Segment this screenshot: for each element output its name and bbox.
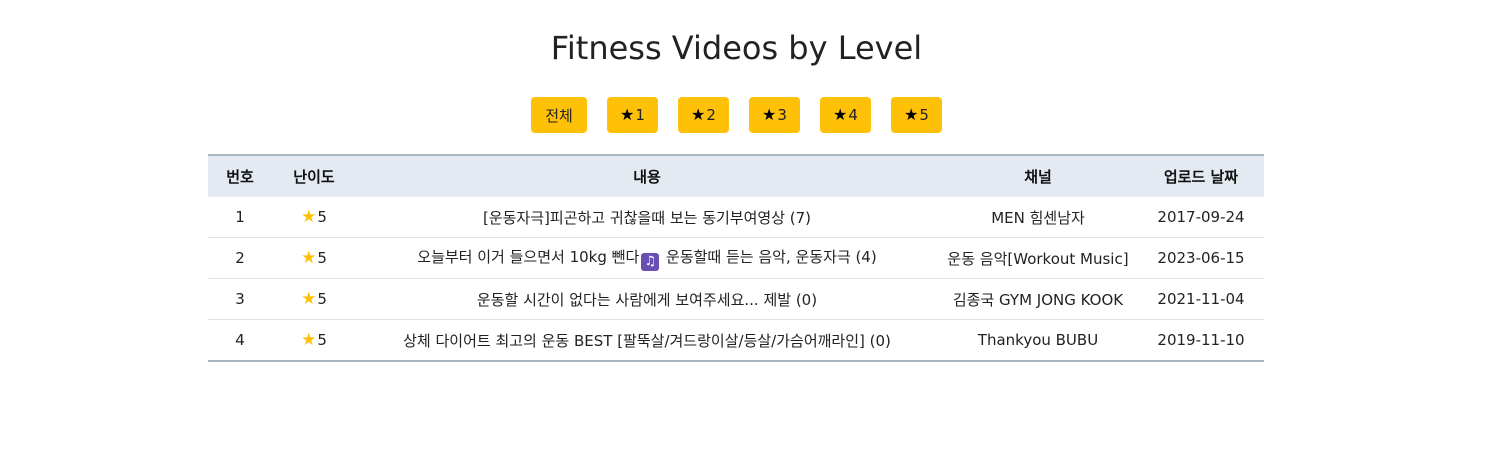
row-number: 3: [208, 278, 272, 320]
filter-all-button[interactable]: 전체: [531, 97, 587, 133]
page-title: Fitness Videos by Level: [550, 29, 923, 67]
page: Fitness Videos by Level 전체 ★ 1 ★ 2 ★ 3 ★ 4 ★…: [0, 0, 1507, 461]
row-number: 1: [208, 197, 272, 238]
star-icon: ★: [762, 105, 777, 124]
star-icon: ★: [301, 330, 317, 350]
table-body: 1 ★5 [운동자극]피곤하고 귀찮을때 보는 동기부여영상 (7) MEN 힘…: [208, 197, 1264, 362]
filter-level-4-button[interactable]: ★ 4: [820, 97, 871, 133]
level-value: 5: [317, 208, 327, 226]
header-content: 내용: [633, 168, 661, 186]
row-content[interactable]: [운동자극]피곤하고 귀찮을때 보는 동기부여영상 (7): [356, 197, 938, 238]
star-icon: ★: [301, 207, 317, 227]
filter-label: 5: [919, 106, 929, 124]
row-number: 4: [208, 319, 272, 362]
filter-level-1-button[interactable]: ★ 1: [607, 97, 658, 133]
music-note-icon: ♫: [641, 252, 660, 271]
row-date: 2023-06-15: [1138, 237, 1264, 279]
row-level: ★5: [272, 237, 356, 279]
filter-label: 1: [635, 106, 645, 124]
table-row[interactable]: 3 ★5 운동할 시간이 없다는 사람에게 보여주세요... 제발 (0) 김종…: [208, 278, 1264, 320]
row-number: 2: [208, 237, 272, 279]
star-icon: ★: [301, 248, 317, 268]
filter-level-5-button[interactable]: ★ 5: [891, 97, 942, 133]
filter-label: 4: [848, 106, 858, 124]
table-header-row: 번호 난이도 내용 채널 업로드 날짜: [208, 155, 1264, 197]
row-channel: MEN 힘센남자: [938, 197, 1138, 238]
star-icon: ★: [904, 105, 919, 124]
star-icon: ★: [301, 289, 317, 309]
content-text-before: 오늘부터 이거 들으면서 10kg 뺀다: [417, 247, 640, 266]
level-value: 5: [317, 331, 327, 349]
level-value: 5: [317, 290, 327, 308]
video-table: 번호 난이도 내용 채널 업로드 날짜 1 ★5 [운동자극]피곤하고 귀찮을때…: [208, 154, 1264, 362]
table-row[interactable]: 1 ★5 [운동자극]피곤하고 귀찮을때 보는 동기부여영상 (7) MEN 힘…: [208, 197, 1264, 238]
row-level: ★5: [272, 319, 356, 362]
star-icon: ★: [620, 105, 635, 124]
row-level: ★5: [272, 197, 356, 238]
table-header: 번호 난이도 내용 채널 업로드 날짜: [208, 155, 1264, 197]
row-content[interactable]: 상체 다이어트 최고의 운동 BEST [팔뚝살/겨드랑이살/등살/가슴어깨라인…: [356, 319, 938, 362]
content-text-after: 운동할때 듣는 음악, 운동자극 (4): [661, 247, 877, 266]
row-date: 2021-11-04: [1138, 278, 1264, 320]
row-channel: 김종국 GYM JONG KOOK: [938, 278, 1138, 320]
row-content[interactable]: 운동할 시간이 없다는 사람에게 보여주세요... 제발 (0): [356, 278, 938, 320]
level-value: 5: [317, 249, 327, 267]
filter-level-2-button[interactable]: ★ 2: [678, 97, 729, 133]
star-icon: ★: [833, 105, 848, 124]
header-level: 난이도: [293, 168, 335, 186]
level-filter-bar: 전체 ★ 1 ★ 2 ★ 3 ★ 4 ★ 5: [531, 97, 942, 133]
table-row[interactable]: 2 ★5 오늘부터 이거 들으면서 10kg 뺀다 ♫ 운동할때 듣는 음악, 운…: [208, 237, 1264, 279]
header-channel: 채널: [1024, 168, 1052, 186]
row-date: 2019-11-10: [1138, 319, 1264, 362]
row-date: 2017-09-24: [1138, 197, 1264, 238]
star-icon: ★: [691, 105, 706, 124]
table-row[interactable]: 4 ★5 상체 다이어트 최고의 운동 BEST [팔뚝살/겨드랑이살/등살/가…: [208, 319, 1264, 362]
filter-label: 2: [706, 106, 716, 124]
filter-level-3-button[interactable]: ★ 3: [749, 97, 800, 133]
row-content[interactable]: 오늘부터 이거 들으면서 10kg 뺀다 ♫ 운동할때 듣는 음악, 운동자극 (…: [356, 237, 938, 279]
header-number: 번호: [226, 168, 254, 186]
header-upload-date: 업로드 날짜: [1163, 168, 1239, 186]
filter-label: 전체: [545, 106, 573, 125]
filter-label: 3: [777, 106, 787, 124]
row-level: ★5: [272, 278, 356, 320]
row-channel: 운동 음악[Workout Music]: [938, 237, 1138, 279]
row-channel: Thankyou BUBU: [938, 319, 1138, 362]
